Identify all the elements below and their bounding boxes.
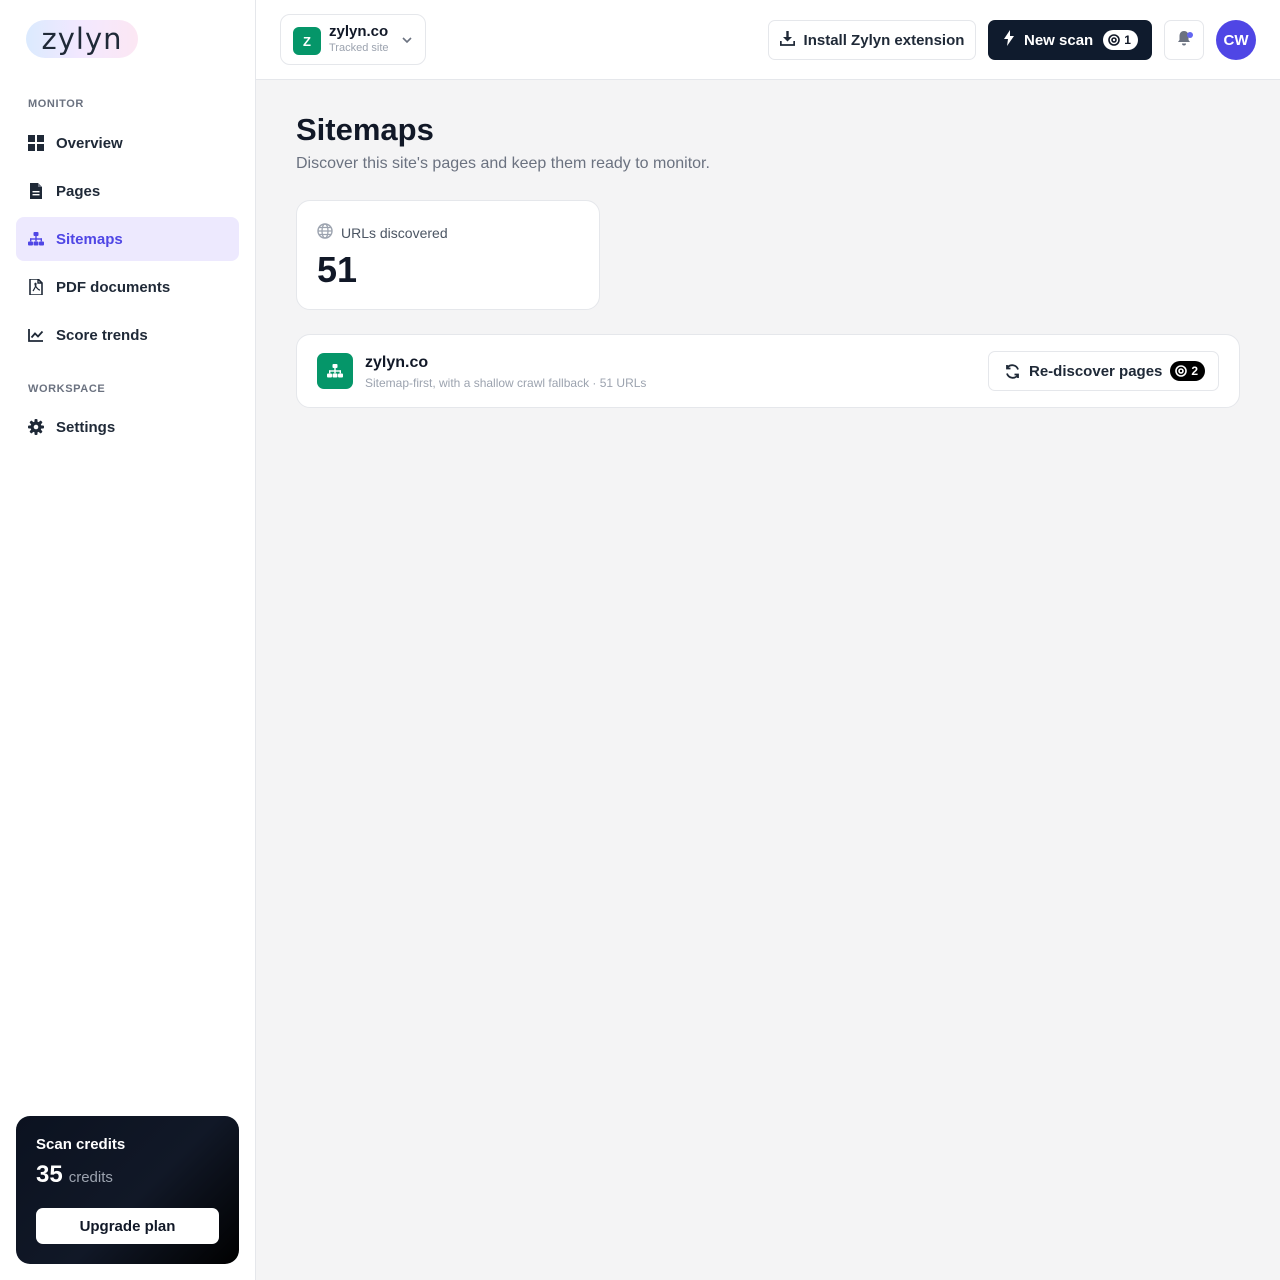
sidebar-item-label: PDF documents: [56, 278, 171, 296]
sitemap-description: Sitemap-first, with a shallow crawl fall…: [365, 376, 647, 390]
credit-icon: [1108, 34, 1121, 46]
top-bar: Z zylyn.co Tracked site Install Zylyn ex…: [256, 0, 1280, 80]
new-scan-cost-badge: 1: [1103, 30, 1138, 50]
chevron-down-icon: [401, 33, 413, 51]
bolt-icon: [1004, 30, 1024, 50]
notifications-button[interactable]: [1164, 20, 1204, 60]
sidebar-item-label: Pages: [56, 182, 101, 200]
stat-value: 51: [317, 249, 358, 290]
sitemap-icon: [28, 231, 44, 247]
sidebar-item-sitemaps[interactable]: Sitemaps: [16, 217, 239, 261]
site-subtitle: Tracked site: [329, 42, 389, 54]
section-label-workspace: WORKSPACE: [28, 383, 106, 395]
install-extension-button[interactable]: Install Zylyn extension: [768, 20, 976, 60]
rediscover-pages-button[interactable]: Re-discover pages 2: [988, 351, 1219, 391]
upgrade-plan-button[interactable]: Upgrade plan: [36, 1208, 219, 1244]
install-extension-label: Install Zylyn extension: [803, 31, 965, 49]
new-scan-label: New scan: [1024, 31, 1094, 49]
rediscover-cost: 2: [1191, 364, 1199, 378]
sidebar: zylyn MONITOR Overview Pages Sitemaps PD…: [0, 0, 256, 1280]
page-subtitle: Discover this site's pages and keep them…: [296, 155, 710, 172]
site-name: zylyn.co: [329, 23, 389, 40]
pdf-icon: [28, 279, 44, 295]
sidebar-item-label: Sitemaps: [56, 230, 123, 248]
credits-amount: 35: [36, 1161, 63, 1188]
gear-icon: [28, 419, 44, 435]
sidebar-item-pdf-documents[interactable]: PDF documents: [16, 265, 239, 309]
sitemap-row: zylyn.co Sitemap-first, with a shallow c…: [296, 334, 1240, 408]
notification-dot: [1187, 32, 1193, 38]
sidebar-item-label: Score trends: [56, 326, 148, 344]
sidebar-item-pages[interactable]: Pages: [16, 169, 239, 213]
sidebar-item-label: Settings: [56, 418, 116, 436]
site-switcher[interactable]: Z zylyn.co Tracked site: [280, 14, 426, 65]
grid-icon: [28, 135, 44, 151]
page-title: Sitemaps: [296, 112, 434, 147]
site-avatar: Z: [293, 27, 321, 55]
sitemap-name: zylyn.co: [365, 354, 429, 371]
rediscover-cost-badge: 2: [1170, 361, 1206, 381]
section-label-monitor: MONITOR: [28, 98, 84, 110]
credits-unit: credits: [68, 1169, 113, 1186]
sidebar-item-score-trends[interactable]: Score trends: [16, 313, 239, 357]
globe-icon: [317, 223, 341, 242]
sidebar-item-settings[interactable]: Settings: [16, 405, 239, 449]
new-scan-button[interactable]: New scan 1: [988, 20, 1152, 60]
sidebar-item-overview[interactable]: Overview: [16, 121, 239, 165]
new-scan-cost: 1: [1124, 33, 1131, 47]
download-icon: [779, 30, 804, 50]
stat-label: URLs discovered: [341, 224, 448, 241]
scan-credits-card: Scan credits 35 credits Upgrade plan: [16, 1116, 239, 1264]
brand-logo-text: zylyn: [41, 22, 123, 56]
credits-title: Scan credits: [36, 1136, 126, 1153]
user-avatar[interactable]: CW: [1216, 20, 1256, 60]
credit-icon: [1175, 365, 1188, 377]
document-icon: [28, 183, 44, 199]
urls-discovered-card: URLs discovered 51: [296, 200, 600, 310]
rediscover-label: Re-discover pages: [1029, 362, 1163, 380]
chart-line-icon: [28, 327, 44, 343]
sitemap-icon: [317, 353, 353, 389]
refresh-icon: [1006, 363, 1019, 379]
brand-logo[interactable]: zylyn: [26, 20, 138, 58]
sidebar-item-label: Overview: [56, 134, 123, 152]
